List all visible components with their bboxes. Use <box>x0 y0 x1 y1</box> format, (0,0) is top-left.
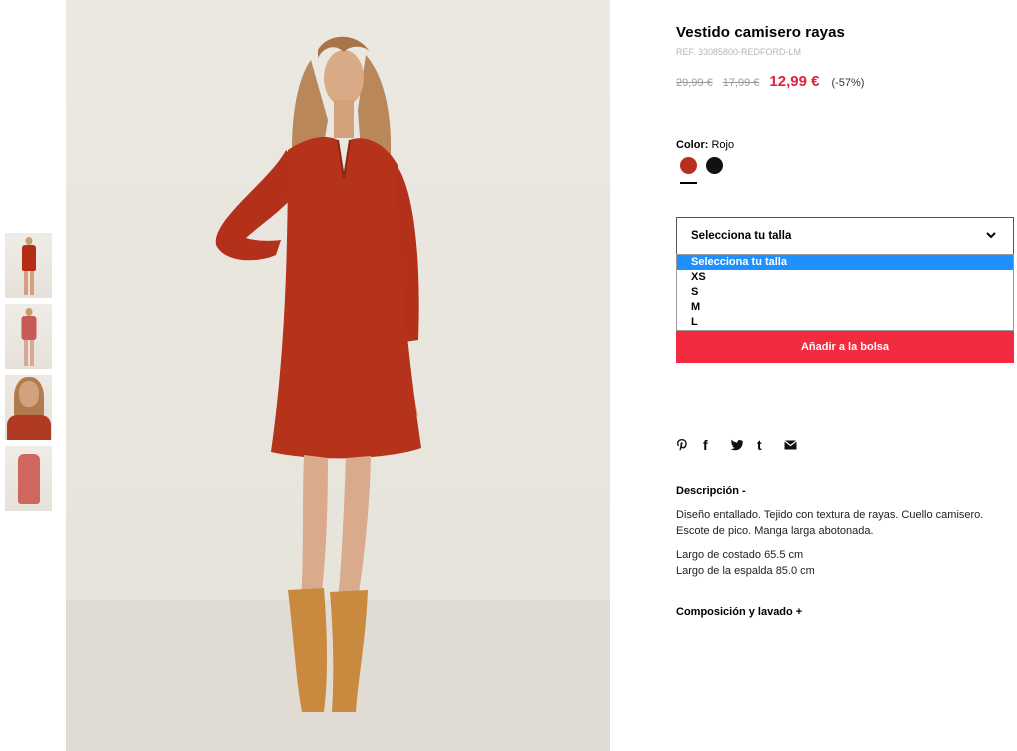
description-toggle[interactable]: Descripción - <box>676 485 746 497</box>
description-text: Diseño entallado. Tejido con textura de … <box>676 509 984 537</box>
size-options-list: Selecciona tu talla XS S M L <box>676 254 1014 331</box>
price-sale: 12,99 € <box>769 73 820 90</box>
face <box>324 50 364 106</box>
size-option-m[interactable]: M <box>677 300 1013 315</box>
color-swatch-red[interactable] <box>680 157 697 174</box>
thumb-figure <box>21 316 36 340</box>
thumbnail-list <box>5 233 52 517</box>
tumblr-icon[interactable]: t <box>757 436 784 454</box>
email-icon[interactable] <box>784 436 811 454</box>
thumb-figure <box>18 381 39 407</box>
size-option-placeholder[interactable]: Selecciona tu talla <box>677 255 1013 270</box>
thumb-figure <box>25 308 32 316</box>
color-swatch-black[interactable] <box>706 157 723 174</box>
size-select[interactable]: Selecciona tu talla <box>676 217 1014 255</box>
product-reference: REF. 33085800-REDFORD-LM <box>676 47 802 57</box>
thumb-figure <box>25 237 32 245</box>
size-option-xs[interactable]: XS <box>677 270 1013 285</box>
product-main-image[interactable] <box>66 0 610 751</box>
leg <box>338 456 371 600</box>
social-share: f t <box>676 436 811 454</box>
size-option-l[interactable]: L <box>677 315 1013 330</box>
thumbnail-4[interactable] <box>5 446 52 511</box>
composition-toggle[interactable]: Composición y lavado + <box>676 606 802 618</box>
neck <box>334 100 354 138</box>
pinterest-icon[interactable] <box>676 436 703 454</box>
thumbnail-1[interactable] <box>5 233 52 298</box>
color-label-value: Rojo <box>711 139 735 151</box>
price-block: 29,99 € 17,99 € 12,99 € (-57%) <box>676 73 864 93</box>
model-illustration <box>66 36 610 751</box>
leg <box>301 455 328 600</box>
selected-swatch-indicator <box>680 182 697 184</box>
price-original: 29,99 € <box>676 77 713 89</box>
price-previous: 17,99 € <box>722 77 760 89</box>
color-label: Color: Rojo <box>676 139 734 151</box>
thumb-figure <box>21 245 36 271</box>
thumb-figure <box>6 415 51 440</box>
color-label-key: Color: <box>676 139 709 151</box>
measurements: Largo de costado 65.5 cm Largo de la esp… <box>676 548 815 579</box>
size-option-s[interactable]: S <box>677 285 1013 300</box>
measurement-back-length: Largo de la espalda 85.0 cm <box>676 564 815 577</box>
product-title: Vestido camisero rayas <box>676 24 845 41</box>
thumb-figure <box>23 271 34 295</box>
chevron-down-icon <box>986 232 996 239</box>
add-to-bag-button[interactable]: Añadir a la bolsa <box>676 331 1014 363</box>
thumb-figure <box>17 454 40 504</box>
discount-label: (-57%) <box>831 77 865 89</box>
thumbnail-3[interactable] <box>5 375 52 440</box>
thumbnail-2[interactable] <box>5 304 52 369</box>
twitter-icon[interactable] <box>730 436 757 454</box>
measurement-side-length: Largo de costado 65.5 cm <box>676 549 804 561</box>
size-select-value: Selecciona tu talla <box>691 230 792 242</box>
thumb-figure <box>23 340 34 366</box>
facebook-icon[interactable]: f <box>703 436 730 454</box>
